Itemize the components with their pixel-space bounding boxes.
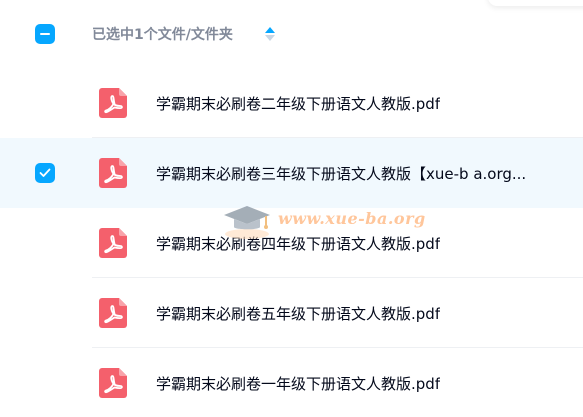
graduation-cap-icon: [224, 206, 270, 239]
watermark-text: www.xue-ba.org: [278, 209, 426, 228]
checkmark-icon: [39, 168, 51, 177]
watermark: www.xue-ba.org: [220, 200, 430, 240]
pdf-file-icon: [99, 158, 127, 188]
file-name[interactable]: 学霸期末必刷卷五年级下册语文人教版.pdf: [156, 303, 440, 324]
selection-count-label: 已选中1个文件/文件夹: [92, 27, 233, 43]
file-name[interactable]: 学霸期末必刷卷二年级下册语文人教版.pdf: [156, 93, 440, 114]
file-list-panel: 已选中1个文件/文件夹 学霸期末必刷卷二年级下册语文人教版.pdf 学霸期末必刷…: [0, 0, 583, 417]
row-checkbox[interactable]: [35, 163, 55, 183]
pdf-file-icon: [99, 88, 127, 118]
file-name[interactable]: 学霸期末必刷卷三年级下册语文人教版【xue-b a.org...: [156, 163, 526, 184]
select-all-checkbox[interactable]: [35, 24, 55, 44]
file-row-selected[interactable]: 学霸期末必刷卷三年级下册语文人教版【xue-b a.org...: [0, 138, 583, 208]
file-name[interactable]: 学霸期末必刷卷一年级下册语文人教版.pdf: [156, 373, 440, 394]
file-row[interactable]: 学霸期末必刷卷五年级下册语文人教版.pdf: [0, 278, 583, 348]
selection-header: 已选中1个文件/文件夹: [0, 0, 583, 68]
sort-updown-icon[interactable]: [264, 26, 276, 42]
pdf-file-icon: [99, 228, 127, 258]
minus-icon: [40, 33, 50, 35]
file-row[interactable]: 学霸期末必刷卷一年级下册语文人教版.pdf: [0, 348, 583, 417]
pdf-file-icon: [99, 298, 127, 328]
pdf-file-icon: [99, 368, 127, 398]
file-row[interactable]: 学霸期末必刷卷二年级下册语文人教版.pdf: [0, 68, 583, 138]
